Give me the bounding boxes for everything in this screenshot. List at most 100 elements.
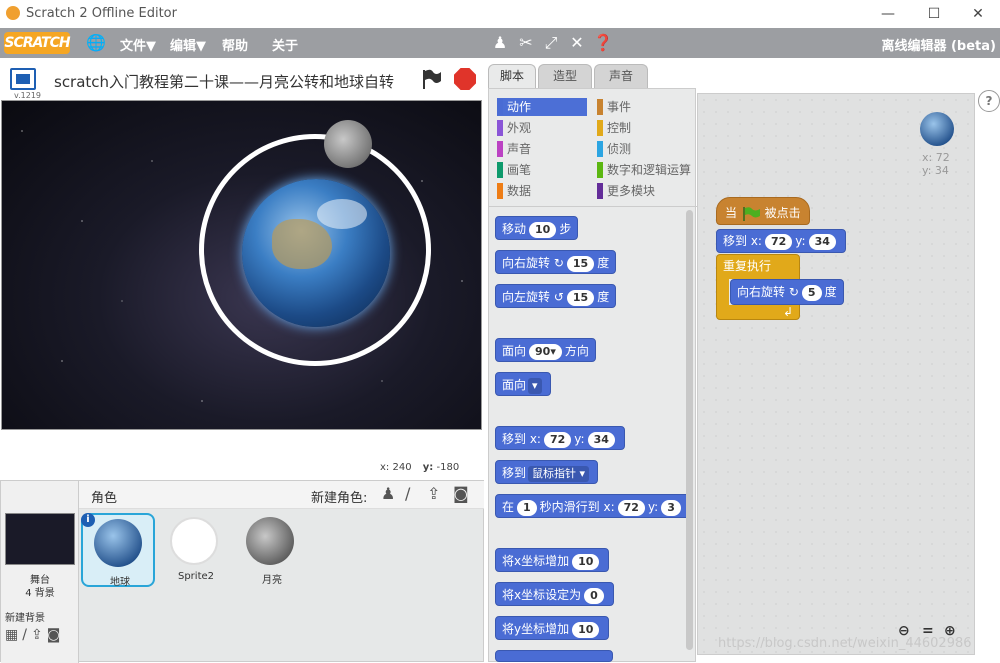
menu-about[interactable]: 关于 (272, 35, 298, 54)
block-point-direction[interactable]: 面向 90▾ 方向 (495, 338, 596, 362)
palette-scrollbar[interactable] (686, 210, 693, 650)
category-list: 动作 事件 外观 控制 声音 侦测 画笔 数字和逻辑运算 数据 更多模块 (489, 89, 697, 207)
script-when-flag-clicked[interactable]: 当 被点击 (716, 197, 810, 225)
earth-thumb (94, 519, 142, 567)
sound-color (497, 141, 503, 157)
category-sensing[interactable]: 侦测 (597, 140, 695, 158)
block-move[interactable]: 移动 10 步 (495, 216, 579, 240)
camera-icon[interactable]: ◙ (47, 627, 65, 643)
stage-canvas[interactable] (1, 100, 482, 430)
project-title[interactable]: scratch入门教程第二十课——月亮公转和地球自转 (54, 71, 412, 92)
category-control[interactable]: 控制 (597, 119, 695, 137)
backdrop-library-icon[interactable]: ▦ (5, 627, 22, 643)
block-goto-target[interactable]: 移到 鼠标指针 ▾ (495, 460, 599, 484)
category-more-blocks[interactable]: 更多模块 (597, 182, 695, 200)
menu-edit[interactable]: 编辑▼ (170, 35, 206, 54)
tab-scripts[interactable]: 脚本 (488, 64, 536, 88)
category-pen[interactable]: 画笔 (497, 161, 587, 179)
presentation-mode-icon[interactable] (10, 68, 36, 90)
sprites-heading: 角色 (91, 491, 118, 506)
stop-sign-icon[interactable] (454, 68, 476, 90)
editor-version: 离线编辑器 (beta) (881, 39, 996, 54)
block-change-x[interactable]: 将x坐标增加 10 (495, 548, 610, 572)
camera-icon[interactable]: ◙ (453, 484, 469, 503)
block-goto-xy[interactable]: 移到 x: 72 y: 34 (495, 426, 625, 450)
category-events[interactable]: 事件 (597, 98, 695, 116)
script-turn-right[interactable]: 向右旋转 ↻ 5 度 (730, 279, 844, 305)
block-glide[interactable]: 在 1 秒内滑行到 x: 72 y: 3 (495, 494, 691, 518)
rotate-left-icon: ↺ (553, 290, 564, 304)
block-turn-left[interactable]: 向左旋转 ↺ 15 度 (495, 284, 617, 308)
upload-icon[interactable]: ⇪ (31, 627, 47, 643)
operators-color (597, 162, 603, 178)
block-set-x[interactable]: 将x坐标设定为 0 (495, 582, 614, 606)
category-looks[interactable]: 外观 (497, 119, 587, 137)
block-change-y[interactable]: 将y坐标增加 10 (495, 616, 610, 640)
category-sound[interactable]: 声音 (497, 140, 587, 158)
sprite-x-readout: x: 72 (922, 151, 950, 164)
menu-file[interactable]: 文件▼ (120, 35, 156, 54)
window-titlebar: Scratch 2 Offline Editor — ☐ ✕ (0, 0, 1000, 28)
paint-icon[interactable]: / (22, 627, 31, 643)
sprite-header: 角色 新建角色: ♟ / ⇪ ◙ (79, 481, 484, 509)
block-turn-right[interactable]: 向右旋转 ↻ 15 度 (495, 250, 617, 274)
looks-color (497, 120, 503, 136)
sprite-library-icon[interactable]: ♟ (381, 484, 395, 503)
control-color (597, 120, 603, 136)
menu-help[interactable]: 帮助 (222, 35, 248, 54)
new-backdrop-label: 新建背景 (5, 613, 45, 624)
mouse-y: -180 (436, 462, 460, 473)
block-point-towards[interactable]: 面向 ▾ (495, 372, 551, 396)
grow-icon[interactable]: ⤢ (541, 33, 561, 53)
loop-arrow-icon: ↲ (782, 305, 793, 319)
upload-sprite-icon[interactable]: ⇪ (427, 484, 440, 503)
category-operators[interactable]: 数字和逻辑运算 (597, 161, 695, 179)
stage-column: 舞台 4 背景 新建背景 ▦/⇪◙ (1, 481, 79, 663)
info-icon[interactable]: i (81, 513, 95, 527)
scratch-logo[interactable]: SCRATCH (4, 32, 71, 54)
block-palette: 动作 事件 外观 控制 声音 侦测 画笔 数字和逻辑运算 数据 更多模块 移动 1… (488, 88, 697, 662)
paint-brush-icon[interactable]: / (405, 484, 410, 503)
close-button[interactable]: ✕ (968, 4, 988, 24)
delete-icon[interactable]: ✂ (516, 33, 536, 52)
tab-costumes[interactable]: 造型 (538, 64, 592, 88)
motion-color (497, 99, 503, 115)
sprite-thumb-moon[interactable]: 月亮 (235, 513, 309, 587)
current-sprite-thumb (920, 112, 954, 146)
watermark: https://blog.csdn.net/weixin_44602986 (718, 636, 972, 651)
help-icon[interactable]: ❓ (593, 33, 613, 52)
sprite-name: 月亮 (262, 575, 282, 586)
maximize-button[interactable]: ☐ (924, 4, 944, 24)
mouse-x: 240 (392, 462, 412, 473)
shrink-icon[interactable]: ✕ (567, 33, 587, 52)
block-partial[interactable] (495, 650, 613, 662)
minimize-button[interactable]: — (878, 4, 898, 24)
moon-sprite (324, 120, 372, 168)
sprite-thumb-sprite2[interactable]: Sprite2 (159, 513, 233, 587)
duplicate-icon[interactable]: ♟ (490, 33, 510, 52)
scripts-area[interactable] (697, 93, 975, 655)
stage-thumbnail[interactable] (5, 513, 75, 565)
more-blocks-color (597, 183, 603, 199)
green-flag-icon (743, 206, 760, 221)
earth-sprite (242, 179, 390, 327)
category-data[interactable]: 数据 (497, 182, 587, 200)
globe-icon[interactable]: 🌐 (86, 33, 106, 52)
new-backdrop-tools[interactable]: ▦/⇪◙ (5, 627, 64, 643)
sprite-name: Sprite2 (177, 571, 215, 582)
data-color (497, 183, 503, 199)
tab-sounds[interactable]: 声音 (594, 64, 648, 88)
forever-label: 重复执行 (723, 259, 772, 273)
script-goto-xy[interactable]: 移到 x: 72 y: 34 (716, 229, 846, 253)
sprite-pane: 舞台 4 背景 新建背景 ▦/⇪◙ 角色 新建角色: ♟ / ⇪ ◙ i 地球 … (0, 480, 484, 663)
help-button[interactable]: ? (978, 90, 1000, 112)
sprite-thumb-earth[interactable]: i 地球 (81, 513, 155, 588)
category-motion[interactable]: 动作 (497, 98, 587, 116)
green-flag-icon[interactable] (420, 68, 442, 90)
editor-tabs: 脚本 造型 声音 (484, 58, 1000, 88)
ring-thumb (170, 517, 218, 565)
sprite-name: 地球 (110, 577, 130, 588)
version-label: v.1219 (14, 91, 42, 100)
scratch-app-icon (6, 6, 20, 20)
sensing-color (597, 141, 603, 157)
